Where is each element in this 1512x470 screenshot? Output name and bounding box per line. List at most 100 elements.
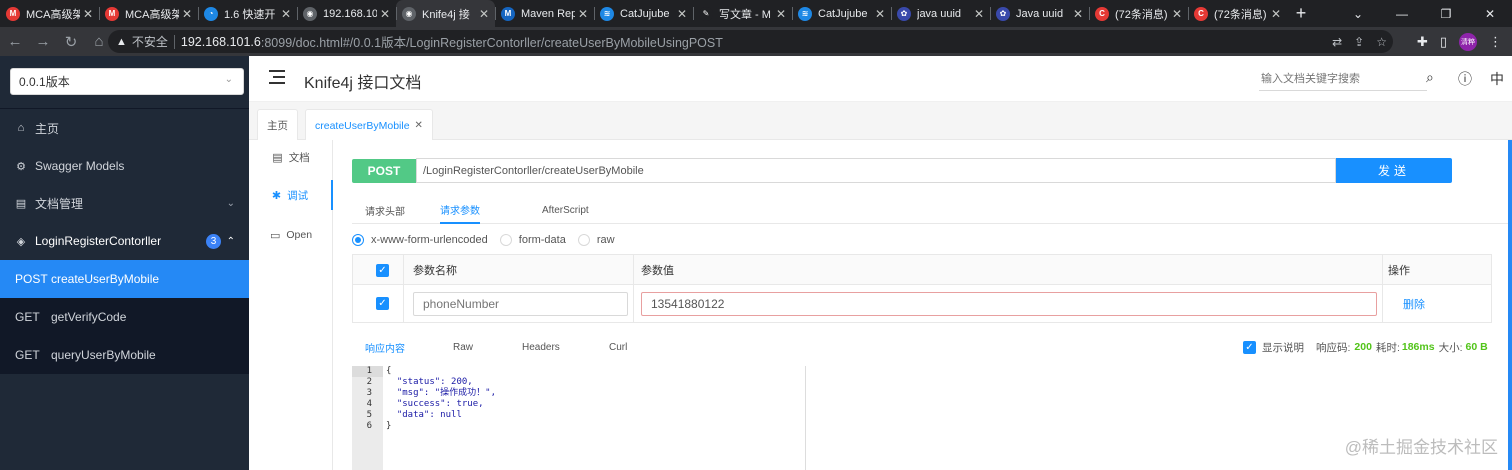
tab-createUserByMobile[interactable]: createUserByMobile ✕ [305,109,433,141]
url-bar[interactable]: ▲ 不安全 192.168.101.6 :8099/doc.html#/0.0.… [108,30,1393,53]
chevron-down-icon: ⌄ [226,197,235,209]
sidebar-item-home[interactable]: ⌂ 主页 [0,109,249,147]
language-toggle[interactable]: 中 [1490,69,1504,89]
browser-tab[interactable]: ✿ java uuid ✕ [891,0,990,27]
close-tab-icon[interactable]: ✕ [380,7,390,21]
param-name-input[interactable] [413,292,628,316]
endpoint-method: POST [15,272,48,286]
version-select[interactable]: 0.0.1版本 ⌄ [10,68,244,95]
browser-tab[interactable]: C (72条消息) ✕ [1188,0,1287,27]
close-tab-icon[interactable]: ✕ [479,7,489,21]
browser-tab-title: Knife4j 接 [422,8,470,21]
share-icon[interactable]: ⇪ [1354,35,1364,49]
browser-tab[interactable]: ✿ Java uuid ✕ [990,0,1089,27]
delete-param-link[interactable]: 删除 [1403,296,1425,312]
extensions-icon[interactable]: ✚ [1417,34,1428,50]
bookmark-star-icon[interactable]: ☆ [1376,35,1387,49]
line-number: 3 [366,388,372,398]
col-param-name: 参数名称 [413,265,457,277]
warning-icon[interactable]: ▲ [116,36,127,48]
tab-after-script[interactable]: AfterScript [542,196,589,224]
tab-response-content[interactable]: 响应内容 [365,336,405,358]
tab-search-icon[interactable]: ⌄ [1336,0,1380,27]
sidebar-endpoint-getVerifyCode[interactable]: GET getVerifyCode [0,298,249,336]
row-checkbox[interactable]: ✓ [376,297,389,310]
select-all-checkbox[interactable]: ✓ [376,255,389,285]
reload-icon[interactable]: ↻ [58,29,84,55]
response-editor[interactable]: 1 2 3 4 5 6 { "status": 200, "msg": "操作成… [352,366,806,470]
response-size: 60 B [1465,341,1488,353]
request-tabs: 请求头部 请求参数 AfterScript [352,196,1512,224]
radio-form-data[interactable]: form-data [499,234,566,246]
close-tab-icon[interactable]: ✕ [1172,7,1182,21]
close-icon[interactable]: ✕ [415,120,423,131]
request-url-input[interactable]: /LoginRegisterContorller/createUserByMob… [416,158,1336,183]
sidebar-item-label: 主页 [35,121,60,136]
send-button[interactable]: 发送 [1336,158,1452,183]
radio-form-urlencoded[interactable]: x-www-form-urlencoded [352,234,488,246]
close-tab-icon[interactable]: ✕ [182,7,192,21]
minimize-icon[interactable]: — [1380,0,1424,27]
param-value-input[interactable]: 13541880122 [641,292,1377,316]
help-icon[interactable]: ⓘ [1458,69,1472,89]
radio-dot [352,234,364,246]
tab-open[interactable]: ▭ Open [249,220,333,250]
back-icon[interactable]: ← [2,29,28,55]
menu-toggle-icon[interactable] [269,70,285,84]
side-panel-icon[interactable]: ▯ [1440,34,1447,50]
tab-debug[interactable]: ✱ 调试 [249,180,333,210]
browser-tab[interactable]: M MCA高级架 ✕ [0,0,99,27]
browser-tab[interactable]: C (72条消息) ✕ [1089,0,1188,27]
tab-response-raw[interactable]: Raw [453,336,473,358]
scrollbar[interactable] [1508,140,1512,470]
watermark: @稀土掘金技术社区 [1344,438,1498,457]
close-tab-icon[interactable]: ✕ [578,7,588,21]
translate-icon[interactable]: ⇄ [1332,35,1342,49]
close-tab-icon[interactable]: ✕ [281,7,291,21]
radio-raw[interactable]: raw [577,234,615,246]
sidebar-endpoint-createUserByMobile[interactable]: POST createUserByMobile [0,260,249,298]
new-tab-icon[interactable]: + [1287,0,1315,27]
close-window-icon[interactable]: ✕ [1468,0,1512,27]
tab-doc[interactable]: ▤ 文档 [249,142,333,172]
tab-home[interactable]: 主页 [257,109,298,140]
size-label: 大小: [1438,341,1463,354]
tab-request-headers[interactable]: 请求头部 [365,196,405,224]
close-tab-icon[interactable]: ✕ [776,7,786,21]
tab-request-params[interactable]: 请求参数 [440,196,480,224]
close-tab-icon[interactable]: ✕ [875,7,885,21]
chevron-down-icon: ⌄ [224,74,233,85]
favicon-icon: ◉ [303,6,317,21]
doc-search-input[interactable] [1259,67,1427,91]
browser-menu-icon[interactable]: ⋮ [1489,34,1502,50]
search-icon[interactable]: ⌕ [1426,69,1434,86]
profile-avatar[interactable]: 清粹 [1459,32,1477,51]
browser-tab[interactable]: ◉ Knife4j 接 ✕ [396,0,495,27]
content-type-radios: x-www-form-urlencoded form-data raw [352,232,627,248]
home-icon: ⌂ [17,122,25,134]
close-tab-icon[interactable]: ✕ [1073,7,1083,21]
sidebar-item-swagger-models[interactable]: ⚙ Swagger Models [0,147,249,185]
close-tab-icon[interactable]: ✕ [677,7,687,21]
browser-tab[interactable]: ◉ 192.168.10 ✕ [297,0,396,27]
close-tab-icon[interactable]: ✕ [1271,7,1281,21]
restore-icon[interactable]: ❐ [1424,0,1468,27]
close-tab-icon[interactable]: ✕ [83,7,93,21]
show-desc-checkbox[interactable]: ✓ [1243,340,1256,354]
browser-tab[interactable]: M Maven Rep ✕ [495,0,594,27]
browser-tab[interactable]: ≋ CatJujube ✕ [594,0,693,27]
browser-tab[interactable]: ◔ 1.6 快速开 ✕ [198,0,297,27]
sidebar-item-label: 文档管理 [35,196,84,211]
browser-tab[interactable]: M MCA高级架 ✕ [99,0,198,27]
col-action: 操作 [1388,265,1410,277]
close-tab-icon[interactable]: ✕ [974,7,984,21]
tab-response-curl[interactable]: Curl [609,336,627,358]
browser-tab[interactable]: ✎ 写文章 - M ✕ [693,0,792,27]
browser-tab-title: 1.6 快速开 [224,8,276,21]
sidebar-item-doc-management[interactable]: ▤ 文档管理 ⌄ [0,184,249,222]
forward-icon[interactable]: → [30,29,56,55]
sidebar-group-controller[interactable]: ◈ LoginRegisterContorller 3 ⌃ [0,222,249,260]
tab-response-headers[interactable]: Headers [522,336,560,358]
browser-tab[interactable]: ≋ CatJujube ✕ [792,0,891,27]
sidebar-endpoint-queryUserByMobile[interactable]: GET queryUserByMobile [0,336,249,374]
